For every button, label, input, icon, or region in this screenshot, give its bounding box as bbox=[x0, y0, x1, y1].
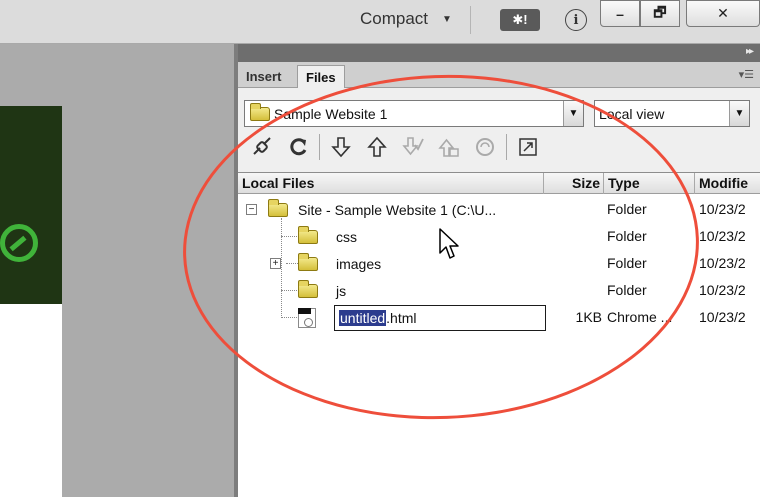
info-icon[interactable]: i bbox=[565, 9, 587, 31]
list-item-site-root[interactable]: − Site - Sample Website 1 (C:\U... Folde… bbox=[238, 196, 760, 223]
column-modified[interactable]: Modifie bbox=[695, 173, 760, 194]
mouse-cursor-icon bbox=[439, 228, 459, 259]
put-files-icon[interactable] bbox=[359, 133, 395, 161]
file-name: js bbox=[336, 282, 347, 299]
synchronize-icon[interactable] bbox=[467, 133, 503, 161]
workspace-switcher[interactable]: Compact ▼ bbox=[360, 9, 452, 29]
page-header-block bbox=[0, 106, 62, 304]
refresh-icon[interactable] bbox=[280, 133, 316, 161]
list-item-untitled-html[interactable]: untitled .html 1KB Chrome ... 10/23/2 bbox=[238, 304, 760, 331]
rename-selected-text: untitled bbox=[339, 310, 387, 326]
list-item-name: images bbox=[298, 250, 381, 277]
expand-panel-icon[interactable] bbox=[510, 133, 546, 161]
file-type: Chrome ... bbox=[607, 309, 673, 325]
window-controls: – 🗗 ✕ bbox=[600, 0, 760, 27]
toolbar-divider bbox=[506, 134, 507, 160]
folder-icon bbox=[298, 252, 318, 271]
site-select-value: Sample Website 1 bbox=[274, 105, 388, 122]
chevron-down-icon[interactable]: ▼ bbox=[563, 101, 583, 126]
toolbar-divider bbox=[319, 134, 320, 160]
view-select-value: Local view bbox=[599, 105, 665, 122]
panel-title-strip: ▸▸ bbox=[238, 44, 760, 62]
files-list-header: Local Files Size Type Modifie bbox=[238, 173, 760, 194]
logo-icon bbox=[0, 224, 38, 262]
file-type: Folder bbox=[607, 201, 647, 217]
close-button[interactable]: ✕ bbox=[686, 0, 760, 27]
list-item-css[interactable]: css Folder 10/23/2 bbox=[238, 223, 760, 250]
check-in-icon[interactable] bbox=[431, 133, 467, 161]
file-modified: 10/23/2 bbox=[699, 201, 746, 217]
chevron-down-icon[interactable]: ▼ bbox=[729, 101, 749, 126]
minimize-button[interactable]: – bbox=[600, 0, 640, 27]
file-modified: 10/23/2 bbox=[699, 282, 746, 298]
list-item-js[interactable]: js Folder 10/23/2 bbox=[238, 277, 760, 304]
file-size bbox=[544, 277, 602, 304]
file-size bbox=[544, 250, 602, 277]
chevron-down-icon: ▼ bbox=[442, 13, 452, 25]
file-size bbox=[544, 196, 602, 223]
tab-files[interactable]: Files bbox=[297, 65, 345, 88]
folder-icon bbox=[250, 102, 270, 121]
file-size bbox=[544, 223, 602, 250]
collapse-icon[interactable]: − bbox=[246, 204, 257, 215]
file-modified: 10/23/2 bbox=[699, 255, 746, 271]
folder-icon bbox=[268, 198, 288, 217]
list-item-name bbox=[298, 304, 316, 331]
folder-icon bbox=[298, 279, 318, 298]
rename-extension: .html bbox=[386, 310, 417, 326]
list-item-name: Site - Sample Website 1 (C:\U... bbox=[268, 196, 496, 223]
html-file-icon bbox=[298, 307, 316, 328]
file-name: Site - Sample Website 1 (C:\U... bbox=[298, 201, 497, 218]
restore-button[interactable]: 🗗 bbox=[640, 0, 680, 27]
list-item-name: js bbox=[298, 277, 346, 304]
folder-icon bbox=[298, 225, 318, 244]
connect-icon[interactable] bbox=[244, 133, 280, 161]
cs-live-button[interactable]: ✱! bbox=[500, 9, 540, 31]
workspace-label: Compact bbox=[360, 9, 429, 28]
list-item-images[interactable]: + images Folder 10/23/2 bbox=[238, 250, 760, 277]
get-files-icon[interactable] bbox=[323, 133, 359, 161]
file-modified: 10/23/2 bbox=[699, 309, 746, 325]
list-item-name: css bbox=[298, 223, 357, 250]
toolbar-divider bbox=[470, 6, 471, 34]
expand-icon[interactable]: + bbox=[270, 258, 281, 269]
view-select[interactable]: Local view ▼ bbox=[594, 100, 750, 127]
rename-input[interactable]: untitled .html bbox=[334, 305, 546, 331]
panel-tab-row: Insert Files ▾☰ bbox=[238, 62, 760, 88]
column-size[interactable]: Size bbox=[544, 173, 604, 194]
file-type: Folder bbox=[607, 282, 647, 298]
check-out-icon[interactable] bbox=[395, 133, 431, 161]
file-type: Folder bbox=[607, 228, 647, 244]
column-local-files[interactable]: Local Files bbox=[238, 173, 544, 194]
tab-insert[interactable]: Insert bbox=[238, 65, 289, 88]
application-bar: Compact ▼ ✱! i – 🗗 ✕ bbox=[0, 0, 760, 44]
file-size: 1KB bbox=[575, 309, 602, 325]
file-type: Folder bbox=[607, 255, 647, 271]
collapse-to-icons-icon[interactable]: ▸▸ bbox=[746, 46, 754, 57]
document-window[interactable] bbox=[0, 44, 234, 497]
panel-options-icon[interactable]: ▾☰ bbox=[739, 68, 754, 81]
file-name: images bbox=[336, 255, 382, 272]
site-select[interactable]: Sample Website 1 ▼ bbox=[244, 100, 584, 127]
files-toolbar bbox=[244, 132, 546, 162]
file-modified: 10/23/2 bbox=[699, 228, 746, 244]
file-name: css bbox=[336, 228, 357, 245]
column-type[interactable]: Type bbox=[604, 173, 695, 194]
